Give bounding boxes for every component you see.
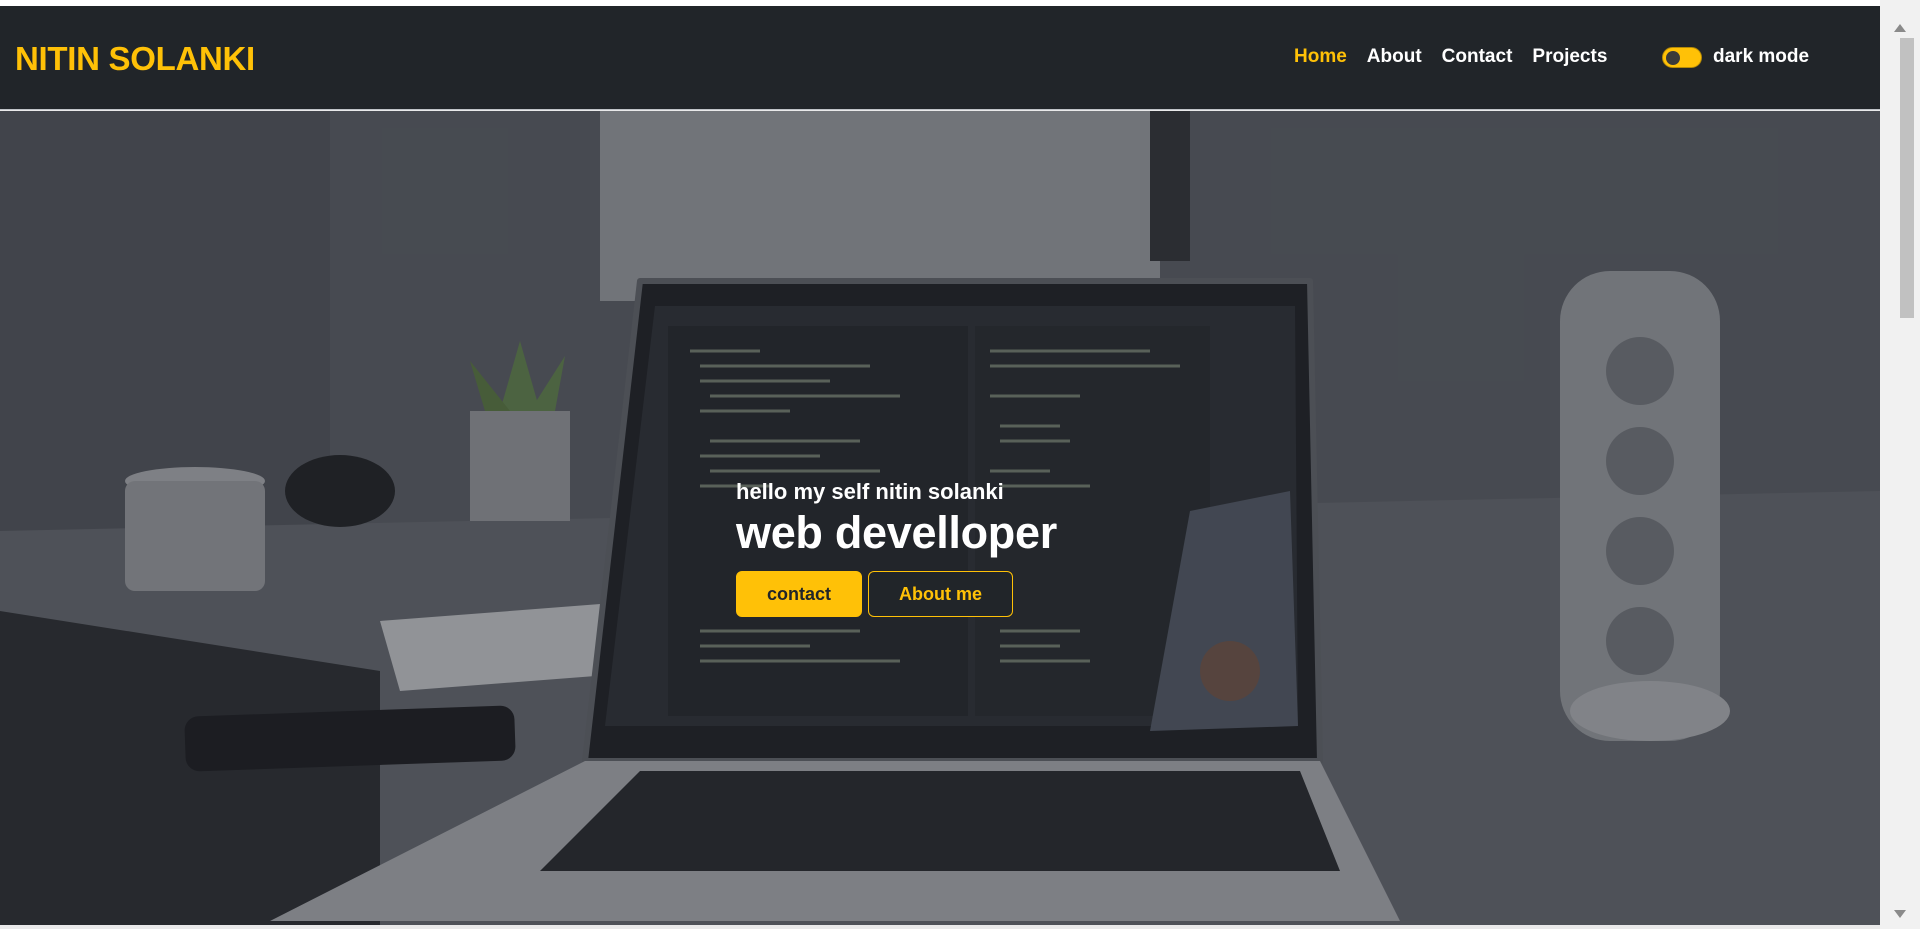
scroll-up-arrow-icon[interactable]: [1894, 24, 1906, 32]
brand-logo[interactable]: NITIN SOLANKI: [15, 40, 255, 78]
nav-projects[interactable]: Projects: [1532, 46, 1607, 68]
hero-title: web develloper: [736, 507, 1057, 558]
nav-about[interactable]: About: [1367, 46, 1422, 68]
hero-content: hello my self nitin solanki web devellop…: [736, 479, 1057, 617]
dark-mode-toggle[interactable]: [1662, 46, 1702, 68]
contact-button[interactable]: contact: [736, 571, 862, 617]
navbar: NITIN SOLANKI Home About Contact Project…: [0, 6, 1880, 110]
scroll-down-arrow-icon[interactable]: [1894, 910, 1906, 918]
hero-section: hello my self nitin solanki web devellop…: [0, 111, 1880, 925]
hero-buttons: contact About me: [736, 571, 1057, 617]
hero-subtitle: hello my self nitin solanki: [736, 479, 1004, 504]
vertical-scrollbar[interactable]: [1880, 0, 1920, 929]
dark-mode-label: dark mode: [1713, 46, 1810, 67]
dark-mode-control: dark mode: [1662, 46, 1809, 68]
nav-contact[interactable]: Contact: [1442, 46, 1513, 68]
scroll-thumb[interactable]: [1900, 38, 1914, 318]
nav-links: Home About Contact Projects: [1294, 46, 1607, 68]
nav-home[interactable]: Home: [1294, 46, 1347, 68]
toggle-knob: [1666, 50, 1680, 65]
about-me-button[interactable]: About me: [868, 571, 1013, 617]
